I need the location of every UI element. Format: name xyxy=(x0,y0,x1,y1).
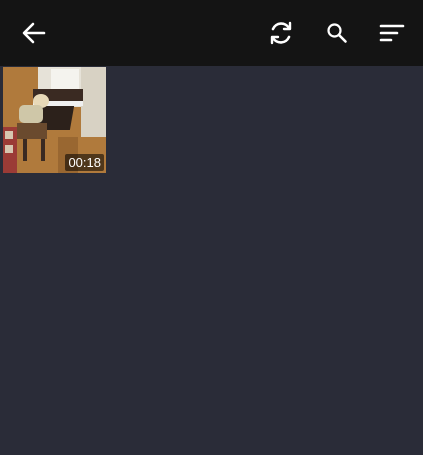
top-app-bar xyxy=(0,0,423,66)
search-icon xyxy=(325,21,349,45)
refresh-icon xyxy=(268,20,294,46)
arrow-left-icon xyxy=(21,21,47,45)
sort-icon xyxy=(379,22,405,44)
back-button[interactable] xyxy=(15,14,53,52)
video-item[interactable]: 00:18 xyxy=(3,67,106,173)
sort-button[interactable] xyxy=(373,14,411,52)
video-grid: 00:18 xyxy=(3,67,423,455)
refresh-button[interactable] xyxy=(262,14,300,52)
video-folder-screen: 00:18 xyxy=(0,0,423,455)
video-duration: 00:18 xyxy=(65,154,104,171)
search-button[interactable] xyxy=(318,14,356,52)
